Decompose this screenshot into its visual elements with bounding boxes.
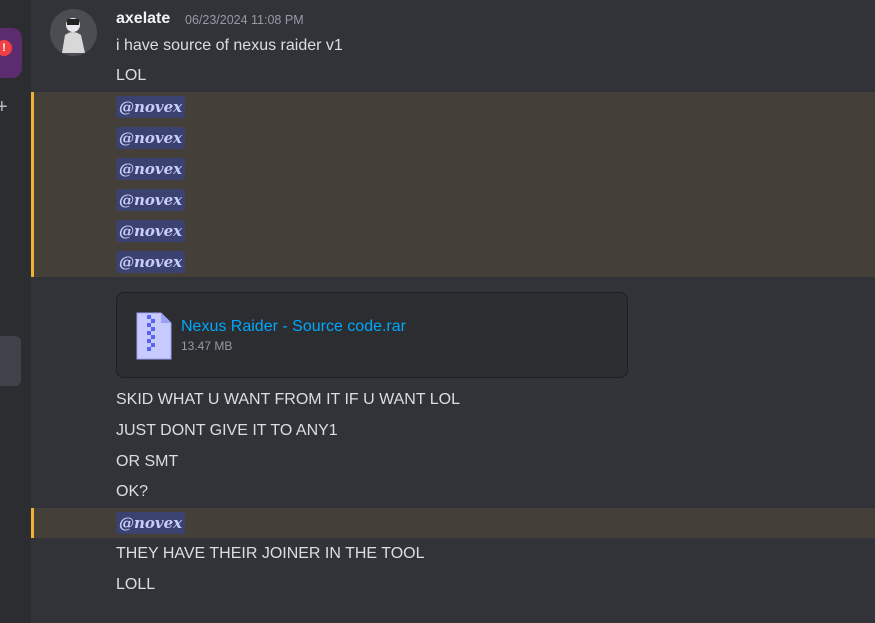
message-line: i have source of nexus raider v1 (116, 37, 343, 54)
avatar-image (50, 9, 97, 56)
message-line: THEY HAVE THEIR JOINER IN THE TOOL (116, 545, 425, 562)
message-line: LOLL (116, 576, 156, 593)
user-mention[interactable]: @novex (116, 220, 186, 242)
message-line: SKID WHAT U WANT FROM IT IF U WANT LOL (116, 391, 461, 408)
user-mention[interactable]: @novex (116, 96, 186, 118)
file-attachment[interactable]: Nexus Raider - Source code.rar 13.47 MB (116, 292, 628, 378)
attachment-filename[interactable]: Nexus Raider - Source code.rar (181, 317, 406, 337)
mention-highlight-block (31, 92, 875, 277)
user-mention[interactable]: @novex (116, 158, 186, 180)
add-server-icon[interactable]: + (0, 97, 8, 117)
message-line: LOL (116, 67, 147, 84)
user-avatar[interactable] (50, 9, 97, 56)
message-line: OK? (116, 483, 149, 500)
username[interactable]: axelate (116, 9, 170, 29)
user-mention[interactable]: @novex (116, 251, 186, 273)
attachment-size: 13.47 MB (181, 339, 233, 353)
message-line: JUST DONT GIVE IT TO ANY1 (116, 422, 338, 439)
message-line: OR SMT (116, 453, 179, 470)
user-mention[interactable]: @novex (116, 512, 186, 534)
selected-server-indicator[interactable] (0, 336, 21, 386)
server-sidebar: ! + (0, 0, 31, 623)
user-mention[interactable]: @novex (116, 189, 186, 211)
message-timestamp: 06/23/2024 11:08 PM (185, 13, 304, 27)
user-mention[interactable]: @novex (116, 127, 186, 149)
zip-file-icon (136, 312, 172, 360)
